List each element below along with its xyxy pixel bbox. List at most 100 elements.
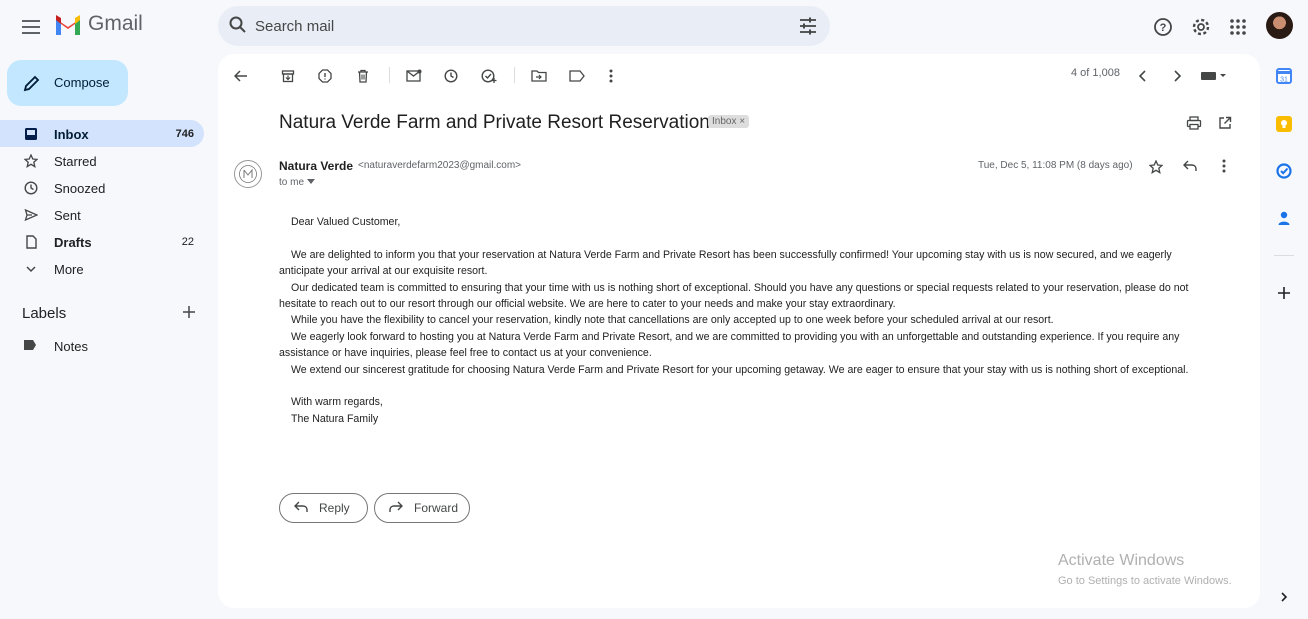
app-name: Gmail bbox=[88, 12, 143, 35]
open-new-window-icon[interactable] bbox=[1213, 111, 1237, 135]
activation-watermark-title: Activate Windows bbox=[1058, 552, 1185, 569]
newer-chevron-left-icon[interactable] bbox=[1131, 64, 1155, 88]
star-icon bbox=[23, 153, 39, 169]
message-panel: 4 of 1,008 Natura Verde Farm and Private… bbox=[218, 54, 1260, 608]
sidebar-item-label: Sent bbox=[54, 208, 81, 223]
add-task-icon[interactable] bbox=[477, 64, 501, 88]
toolbar-divider bbox=[389, 67, 390, 83]
clock-icon bbox=[23, 180, 39, 196]
label-item-notes[interactable]: Notes bbox=[0, 337, 204, 355]
message-more-vertical-icon[interactable] bbox=[1212, 154, 1236, 178]
label-name: Notes bbox=[54, 339, 88, 354]
email-date: Tue, Dec 5, 11:08 PM (8 days ago) bbox=[978, 160, 1133, 171]
chevron-down-icon bbox=[23, 261, 39, 277]
forward-button[interactable]: Forward bbox=[374, 493, 470, 523]
reply-arrow-icon[interactable] bbox=[1178, 154, 1202, 178]
account-avatar[interactable] bbox=[1266, 12, 1293, 39]
add-label-button[interactable] bbox=[182, 305, 196, 323]
expand-panel-chevron-icon[interactable] bbox=[1276, 589, 1292, 605]
email-body: Dear Valued Customer, We are delighted t… bbox=[279, 214, 1239, 427]
move-to-folder-icon[interactable] bbox=[527, 64, 551, 88]
report-spam-icon[interactable] bbox=[313, 64, 337, 88]
inbox-label-badge[interactable]: Inbox × bbox=[708, 115, 750, 128]
recipient-details[interactable]: to me bbox=[279, 177, 315, 188]
unread-count: 746 bbox=[175, 128, 194, 140]
print-icon[interactable] bbox=[1182, 111, 1206, 135]
label-icon bbox=[23, 339, 37, 354]
badge-text: Inbox bbox=[712, 116, 737, 127]
sender-avatar[interactable] bbox=[234, 160, 262, 188]
closing: With warm regards, bbox=[291, 396, 383, 409]
sidebar-nav: Inbox 746 Starred Snoozed Sent Drafts 22… bbox=[0, 120, 210, 282]
email-subject: Natura Verde Farm and Private Resort Res… bbox=[279, 112, 710, 133]
caret-down-icon bbox=[306, 179, 315, 184]
draft-icon bbox=[23, 234, 39, 250]
sender-email: <naturaverdefarm2023@gmail.com> bbox=[358, 160, 522, 171]
help-icon[interactable]: ? bbox=[1150, 14, 1176, 40]
reply-button[interactable]: Reply bbox=[279, 493, 368, 523]
sidebar-item-sent[interactable]: Sent bbox=[0, 201, 204, 228]
plus-icon bbox=[183, 306, 195, 318]
delete-trash-icon[interactable] bbox=[351, 64, 375, 88]
apps-grid-icon[interactable] bbox=[1225, 14, 1251, 40]
search-input[interactable] bbox=[255, 14, 775, 38]
compose-button[interactable]: Compose bbox=[7, 60, 128, 106]
star-message-icon[interactable] bbox=[1144, 155, 1168, 179]
pencil-icon bbox=[23, 75, 40, 92]
labels-title: Labels bbox=[22, 305, 67, 322]
sidebar-item-drafts[interactable]: Drafts 22 bbox=[0, 228, 204, 255]
paragraph: anticipate your arrival at our exquisite… bbox=[279, 265, 488, 278]
snooze-clock-icon[interactable] bbox=[439, 64, 463, 88]
svg-text:31: 31 bbox=[1280, 77, 1288, 84]
calendar-app-icon[interactable]: 31 bbox=[1276, 68, 1292, 84]
paragraph: While you have the flexibility to cancel… bbox=[291, 314, 1054, 327]
sidebar-item-starred[interactable]: Starred bbox=[0, 147, 204, 174]
more-vertical-icon[interactable] bbox=[599, 64, 623, 88]
get-addons-plus-icon[interactable] bbox=[1276, 285, 1292, 301]
main-menu-button[interactable] bbox=[16, 12, 46, 42]
draft-count: 22 bbox=[181, 236, 194, 248]
mark-unread-icon[interactable] bbox=[402, 64, 426, 88]
greeting: Dear Valued Customer, bbox=[291, 216, 401, 228]
search-icon[interactable] bbox=[228, 15, 248, 35]
label-tag-icon[interactable] bbox=[565, 64, 589, 88]
remove-label-icon[interactable]: × bbox=[739, 116, 745, 127]
reply-arrow-icon bbox=[294, 501, 308, 512]
paragraph: We eagerly look forward to hosting you a… bbox=[291, 330, 1180, 343]
sidebar-item-more[interactable]: More bbox=[0, 255, 204, 282]
signature: The Natura Family bbox=[291, 412, 379, 425]
contacts-app-icon[interactable] bbox=[1276, 210, 1292, 226]
sender-name[interactable]: Natura Verde bbox=[279, 159, 353, 173]
gmail-m-icon bbox=[56, 14, 80, 35]
sender-logo-icon bbox=[239, 165, 257, 183]
settings-gear-icon[interactable] bbox=[1188, 14, 1214, 40]
toolbar-divider bbox=[514, 67, 515, 83]
back-arrow-icon[interactable] bbox=[229, 64, 253, 88]
reply-label: Reply bbox=[319, 501, 350, 515]
activation-watermark-subtitle: Go to Settings to activate Windows. bbox=[1058, 575, 1232, 587]
search-options-icon[interactable] bbox=[798, 16, 818, 36]
forward-label: Forward bbox=[414, 501, 459, 515]
paragraph: Our dedicated team is committed to ensur… bbox=[291, 281, 1189, 294]
top-bar: Gmail ? bbox=[0, 0, 1308, 54]
sidebar-item-label: Drafts bbox=[54, 235, 92, 250]
sidebar-item-inbox[interactable]: Inbox 746 bbox=[0, 120, 204, 147]
send-icon bbox=[23, 207, 39, 223]
paragraph: hesitate to reach out to our resort thro… bbox=[279, 298, 896, 311]
keep-app-icon[interactable] bbox=[1276, 116, 1292, 132]
pagination-count: 4 of 1,008 bbox=[1071, 67, 1120, 79]
compose-label: Compose bbox=[54, 75, 110, 90]
forward-arrow-icon bbox=[389, 501, 403, 512]
sidebar-item-snoozed[interactable]: Snoozed bbox=[0, 174, 204, 201]
gmail-logo[interactable]: Gmail bbox=[54, 12, 143, 36]
archive-icon[interactable] bbox=[276, 64, 300, 88]
search-bar[interactable] bbox=[218, 6, 830, 46]
older-chevron-right-icon[interactable] bbox=[1165, 64, 1189, 88]
hamburger-menu-icon bbox=[22, 20, 40, 34]
labels-heading: Labels bbox=[22, 305, 200, 323]
paragraph: assistance or have inquiries, please fee… bbox=[279, 347, 652, 360]
paragraph: We are delighted to inform you that your… bbox=[291, 248, 1172, 261]
tasks-app-icon[interactable] bbox=[1276, 163, 1292, 179]
input-tools-keyboard-icon[interactable] bbox=[1199, 64, 1229, 88]
inbox-icon bbox=[23, 126, 39, 142]
